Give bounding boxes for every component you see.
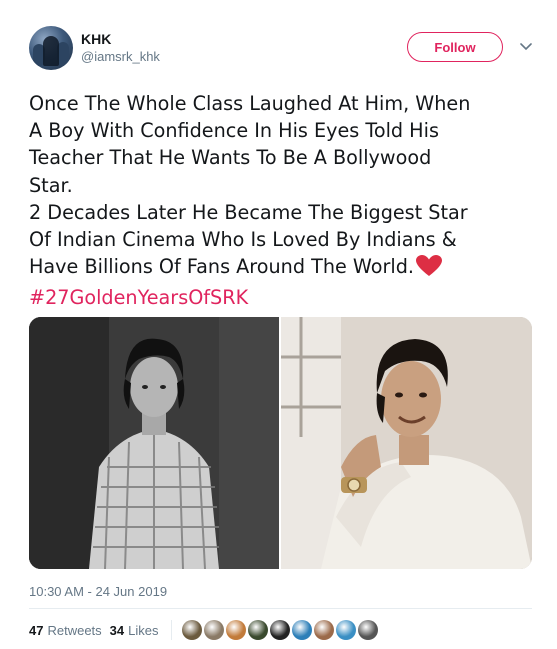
likes-stat[interactable]: 34 Likes [110, 623, 159, 638]
tweet-line: Once The Whole Class Laughed At Him, Whe… [29, 92, 471, 115]
tweet-timestamp[interactable]: 10:30 AM - 24 Jun 2019 [29, 584, 167, 599]
tweet-line: Star. [29, 173, 73, 197]
liker-avatars [181, 620, 378, 640]
tweet-stats: 47 Retweets 34 Likes [29, 620, 378, 640]
liker-avatar[interactable] [335, 620, 356, 640]
author-names: KHK @iamsrk_khk [81, 30, 160, 66]
author-avatar[interactable] [29, 26, 73, 70]
likes-label: Likes [128, 622, 159, 638]
tweet-media[interactable] [29, 317, 532, 569]
tweet-line: Teacher That He Wants To Be A Bollywood [29, 146, 432, 170]
liker-avatar[interactable] [225, 620, 246, 640]
retweets-stat[interactable]: 47 Retweets [29, 623, 102, 638]
heart-icon [415, 255, 442, 284]
liker-avatar[interactable] [313, 620, 334, 640]
liker-avatar[interactable] [291, 620, 312, 640]
likes-count: 34 [109, 622, 125, 638]
retweets-label: Retweets [47, 622, 102, 638]
tweet-line: Of Indian Cinema Who Is Loved By Indians… [29, 228, 457, 252]
tweet-line: Have Billions Of Fans Around The World. [29, 255, 414, 279]
stats-divider [170, 620, 172, 640]
author-display-name[interactable]: KHK [81, 30, 160, 48]
divider [29, 608, 532, 609]
tweet-line: A Boy With Confidence In His Eyes Told H… [29, 119, 439, 143]
tweet-line-last: Have Billions Of Fans Around The World. [29, 253, 534, 284]
retweets-count: 47 [29, 622, 44, 638]
author-handle[interactable]: @iamsrk_khk [81, 48, 160, 66]
tweet-line: 2 Decades Later He Became The Biggest St… [29, 200, 468, 224]
liker-avatar[interactable] [269, 620, 290, 640]
photo-right[interactable] [281, 317, 532, 569]
tweet-text: Once The Whole Class Laughed At Him, Whe… [29, 90, 534, 312]
liker-avatar[interactable] [357, 620, 378, 640]
liker-avatar[interactable] [203, 620, 224, 640]
liker-avatar[interactable] [247, 620, 268, 640]
hashtag-link[interactable]: #27GoldenYearsOfSRK [29, 284, 534, 311]
follow-button[interactable]: Follow [407, 32, 503, 62]
tweet-header: KHK @iamsrk_khk Follow [29, 24, 539, 72]
liker-avatar[interactable] [181, 620, 202, 640]
photo-left[interactable] [29, 317, 279, 569]
chevron-down-icon[interactable] [519, 40, 533, 54]
